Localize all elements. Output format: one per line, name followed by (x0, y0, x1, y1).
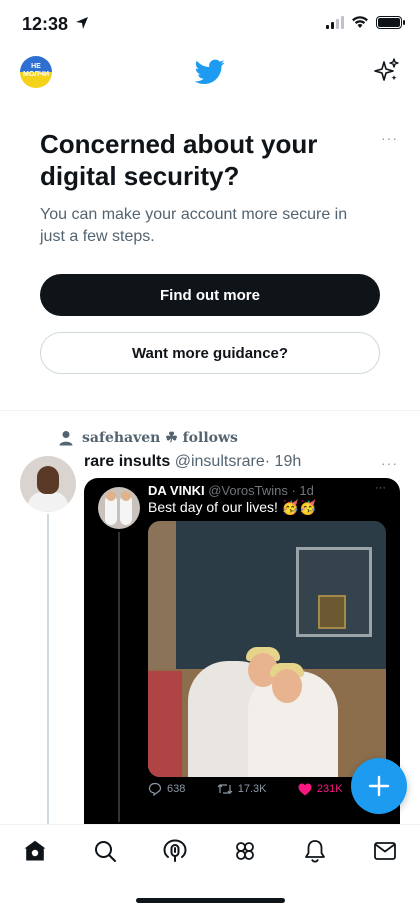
card-more-icon[interactable]: ··· (381, 130, 398, 146)
avatar-text-line2: МОЛЧИ (23, 71, 49, 78)
want-more-guidance-button[interactable]: Want more guidance? (40, 332, 380, 374)
quoted-tweet-header: DA VINKI @VorosTwins · 1d (148, 483, 314, 498)
messages-icon[interactable] (373, 839, 397, 863)
quoted-thread-line (118, 532, 120, 822)
tweet-author-name[interactable]: rare insults (84, 453, 170, 470)
status-bar: 12:38 (0, 0, 420, 46)
tweet-author-avatar[interactable] (20, 456, 76, 512)
retweet-count: 17.3K (237, 783, 267, 795)
retweet-action[interactable]: 17.3K (217, 782, 267, 796)
wifi-icon (352, 16, 368, 28)
retweet-icon (217, 784, 233, 794)
cellular-signal-icon (326, 15, 344, 29)
sparkle-icon[interactable] (374, 58, 400, 84)
quoted-tweet-photo[interactable] (148, 521, 386, 777)
quoted-author-avatar[interactable] (98, 487, 140, 529)
card-title: Concerned about your digital security? (40, 129, 318, 191)
quoted-more-icon[interactable]: ··· (375, 482, 386, 494)
tweet-time: · 19h (264, 453, 302, 470)
security-prompt-card: ··· Concerned about your digital securit… (0, 104, 420, 410)
tweet-author-handle[interactable]: @insultsrare (175, 453, 265, 470)
divider (0, 410, 420, 411)
profile-avatar[interactable]: НЕ МОЛЧИ (20, 56, 52, 88)
home-icon[interactable] (23, 839, 47, 863)
reply-action[interactable]: 638 (148, 782, 185, 796)
plus-icon (368, 775, 390, 797)
reply-icon (148, 782, 162, 796)
notifications-icon[interactable] (303, 839, 327, 863)
quoted-author-name[interactable]: DA VINKI (148, 483, 205, 498)
communities-icon[interactable] (233, 839, 257, 863)
compose-tweet-button[interactable] (351, 758, 407, 814)
home-indicator (136, 898, 285, 903)
spaces-icon[interactable] (163, 839, 187, 863)
tweet-more-icon[interactable]: ··· (381, 455, 398, 471)
like-action[interactable]: 231K (298, 783, 343, 796)
twitter-bird-icon[interactable] (195, 59, 225, 85)
quoted-author-handle[interactable]: @VorosTwins · 1d (208, 483, 314, 498)
card-body: You can make your account more secure in… (40, 206, 348, 245)
quoted-tweet-media[interactable]: DA VINKI @VorosTwins · 1d ··· Best day o… (84, 478, 400, 824)
battery-icon (376, 15, 405, 29)
status-time: 12:38 (22, 14, 69, 34)
search-icon[interactable] (93, 839, 117, 863)
avatar-text-line1: НЕ (31, 63, 41, 70)
reply-count: 638 (167, 783, 186, 795)
tweet-header: rare insults @insultsrare· 19h (84, 453, 301, 471)
person-icon (59, 431, 73, 446)
heart-filled-icon (298, 783, 312, 795)
thread-line (47, 514, 49, 824)
quoted-tweet-text: Best day of our lives! 🥳🥳 (148, 499, 317, 515)
bottom-navigation (0, 824, 420, 909)
social-context-text: safehaven ☘ follows (82, 430, 238, 446)
like-count: 231K (316, 783, 343, 795)
status-indicators (326, 15, 405, 29)
location-arrow-icon (76, 17, 88, 29)
top-header: НЕ МОЛЧИ (0, 46, 420, 104)
social-context[interactable]: safehaven ☘ follows (58, 430, 238, 446)
find-out-more-button[interactable]: Find out more (40, 274, 380, 316)
